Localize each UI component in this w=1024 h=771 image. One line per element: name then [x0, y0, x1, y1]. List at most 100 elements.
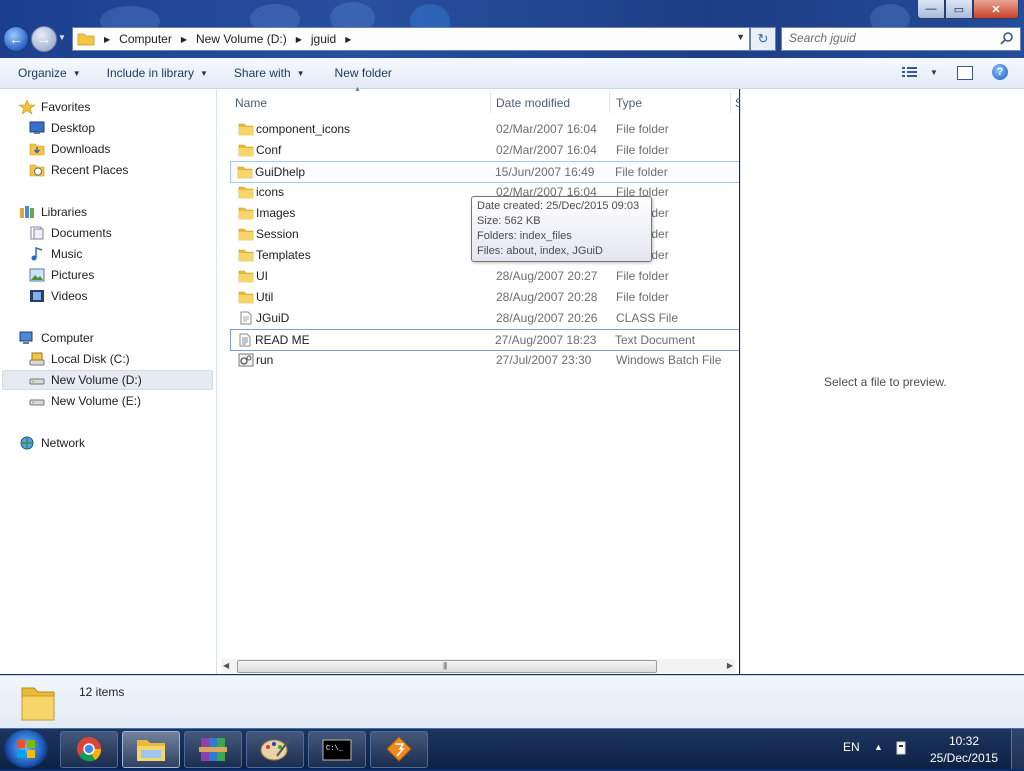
clock-date[interactable]: 25/Dec/2015	[930, 751, 998, 765]
scrollbar-thumb[interactable]: |||	[237, 660, 657, 673]
file-name: GuiDhelp	[255, 165, 306, 179]
column-header-date-modified[interactable]: Date modified	[496, 93, 570, 113]
breadcrumb-jguid[interactable]: jguid	[311, 32, 336, 46]
include-in-library-button[interactable]: Include in library ▼	[107, 66, 208, 80]
folder-icon	[238, 207, 254, 220]
search-box[interactable]	[781, 27, 1021, 51]
nav-new-volume-d[interactable]: New Volume (D:)	[2, 370, 213, 390]
nav-music[interactable]: Music	[29, 244, 82, 264]
recent-pages-dropdown[interactable]: ▼	[58, 33, 66, 42]
file-row[interactable]: JGuiD 28/Aug/2007 20:26 CLASS File	[232, 308, 739, 328]
folder-icon	[238, 291, 254, 304]
chrome-icon	[77, 737, 102, 762]
preview-pane-toggle[interactable]	[957, 66, 973, 80]
address-bar[interactable]: ▶ Computer ▶ New Volume (D:) ▶ jguid ▶ ▼	[72, 27, 750, 51]
breadcrumb-separator-icon[interactable]: ▶	[345, 35, 351, 44]
file-row[interactable]: GuiDhelp 15/Jun/2007 16:49 File folder	[230, 161, 739, 183]
column-divider[interactable]	[730, 91, 731, 113]
window-controls: — ▭ ✕	[917, 0, 1019, 19]
taskbar-chrome[interactable]	[60, 731, 118, 768]
search-input[interactable]	[789, 28, 989, 48]
nav-documents-label: Documents	[51, 226, 112, 240]
share-with-button[interactable]: Share with ▼	[234, 66, 305, 80]
network-icon	[20, 436, 34, 450]
taskbar-command-prompt[interactable]: C:\_	[308, 731, 366, 768]
file-date-modified: 27/Jul/2007 23:30	[496, 353, 592, 367]
file-row[interactable]: Conf 02/Mar/2007 16:04 File folder	[232, 140, 739, 160]
nav-desktop[interactable]: Desktop	[29, 118, 95, 138]
maximize-button[interactable]: ▭	[945, 0, 973, 19]
column-header-name[interactable]: Name	[235, 93, 267, 113]
file-type: File folder	[616, 269, 669, 283]
nav-downloads[interactable]: Downloads	[29, 139, 110, 159]
file-date-modified: 27/Aug/2007 18:23	[495, 333, 597, 347]
file-row[interactable]: run 27/Jul/2007 23:30 Windows Batch File	[232, 350, 739, 370]
column-divider[interactable]	[490, 91, 491, 113]
nav-recent-places[interactable]: Recent Places	[29, 160, 128, 180]
file-row[interactable]: UI 28/Aug/2007 20:27 File folder	[232, 266, 739, 286]
start-button[interactable]	[4, 730, 48, 768]
address-history-dropdown[interactable]: ▼	[736, 32, 745, 42]
forward-button[interactable]: →	[31, 26, 57, 52]
taskbar-winrar[interactable]	[184, 731, 242, 768]
paint-icon	[260, 739, 290, 761]
breadcrumb-separator-icon[interactable]: ▶	[104, 35, 110, 44]
close-button[interactable]: ✕	[973, 0, 1019, 19]
file-row[interactable]: component_icons 02/Mar/2007 16:04 File fol…	[232, 119, 739, 139]
navigation-pane: Favorites Desktop Downloads Recent Place…	[0, 89, 217, 674]
breadcrumb-new-volume-d[interactable]: New Volume (D:)	[196, 32, 287, 46]
explorer-icon	[137, 740, 165, 761]
computer-icon	[19, 331, 33, 344]
refresh-button[interactable]: ↻	[750, 27, 776, 51]
file-row[interactable]: READ ME 27/Aug/2007 18:23 Text Document	[230, 329, 739, 351]
show-hidden-icons-icon[interactable]: ▲	[874, 742, 883, 752]
file-type: File folder	[616, 290, 669, 304]
nav-new-volume-e[interactable]: New Volume (E:)	[29, 391, 141, 411]
file-type: Text Document	[615, 333, 696, 347]
file-name: run	[256, 353, 274, 367]
taskbar-app[interactable]	[370, 731, 428, 768]
new-folder-button[interactable]: New folder	[335, 66, 392, 80]
folder-icon	[238, 144, 254, 157]
search-icon[interactable]	[1000, 31, 1014, 45]
nav-computer[interactable]: Computer	[19, 328, 94, 348]
file-row[interactable]: Util 28/Aug/2007 20:28 File folder	[232, 287, 739, 307]
command-bar: Organize ▼ Include in library ▼ Share with…	[0, 58, 1024, 89]
nav-pictures[interactable]: Pictures	[29, 265, 94, 285]
back-button[interactable]: ←	[3, 26, 29, 52]
minimize-button[interactable]: —	[917, 0, 945, 19]
chevron-down-icon: ▼	[200, 68, 208, 78]
horizontal-scrollbar[interactable]: ◀ ||| ▶	[221, 659, 735, 673]
nav-favorites[interactable]: Favorites	[19, 97, 90, 117]
sort-ascending-icon: ▲	[354, 86, 361, 93]
show-desktop-button[interactable]	[1011, 729, 1024, 769]
device-tray-icon[interactable]	[895, 740, 907, 756]
help-button[interactable]: ?	[992, 64, 1008, 80]
nav-documents[interactable]: Documents	[29, 223, 112, 243]
column-header-type[interactable]: Type	[616, 93, 642, 113]
file-list: ▲ Name Date modified Type S component_ic…	[217, 86, 743, 674]
clock-time[interactable]: 10:32	[949, 734, 979, 748]
libraries-icon	[20, 206, 34, 218]
nav-network[interactable]: Network	[19, 433, 85, 453]
videos-icon	[30, 290, 44, 302]
folder-icon	[238, 249, 254, 262]
scroll-right-icon[interactable]: ▶	[727, 659, 733, 673]
breadcrumb-separator-icon[interactable]: ▶	[296, 35, 302, 44]
column-divider[interactable]	[609, 91, 610, 113]
breadcrumb-separator-icon[interactable]: ▶	[181, 35, 187, 44]
taskbar-paint[interactable]	[246, 731, 304, 768]
chevron-down-icon[interactable]: ▼	[930, 68, 938, 77]
nav-libraries[interactable]: Libraries	[19, 202, 87, 222]
drive-icon	[29, 378, 45, 385]
nav-computer-label: Computer	[41, 331, 94, 345]
organize-button[interactable]: Organize ▼	[18, 66, 81, 80]
change-view-button[interactable]: ▼	[902, 66, 938, 78]
taskbar-explorer[interactable]	[122, 731, 180, 768]
breadcrumb-computer[interactable]: Computer	[119, 32, 172, 46]
nav-local-disk-c[interactable]: Local Disk (C:)	[29, 349, 130, 369]
scroll-left-icon[interactable]: ◀	[223, 659, 229, 673]
details-view-icon	[902, 67, 917, 77]
language-indicator[interactable]: EN	[843, 740, 860, 754]
nav-videos[interactable]: Videos	[29, 286, 87, 306]
